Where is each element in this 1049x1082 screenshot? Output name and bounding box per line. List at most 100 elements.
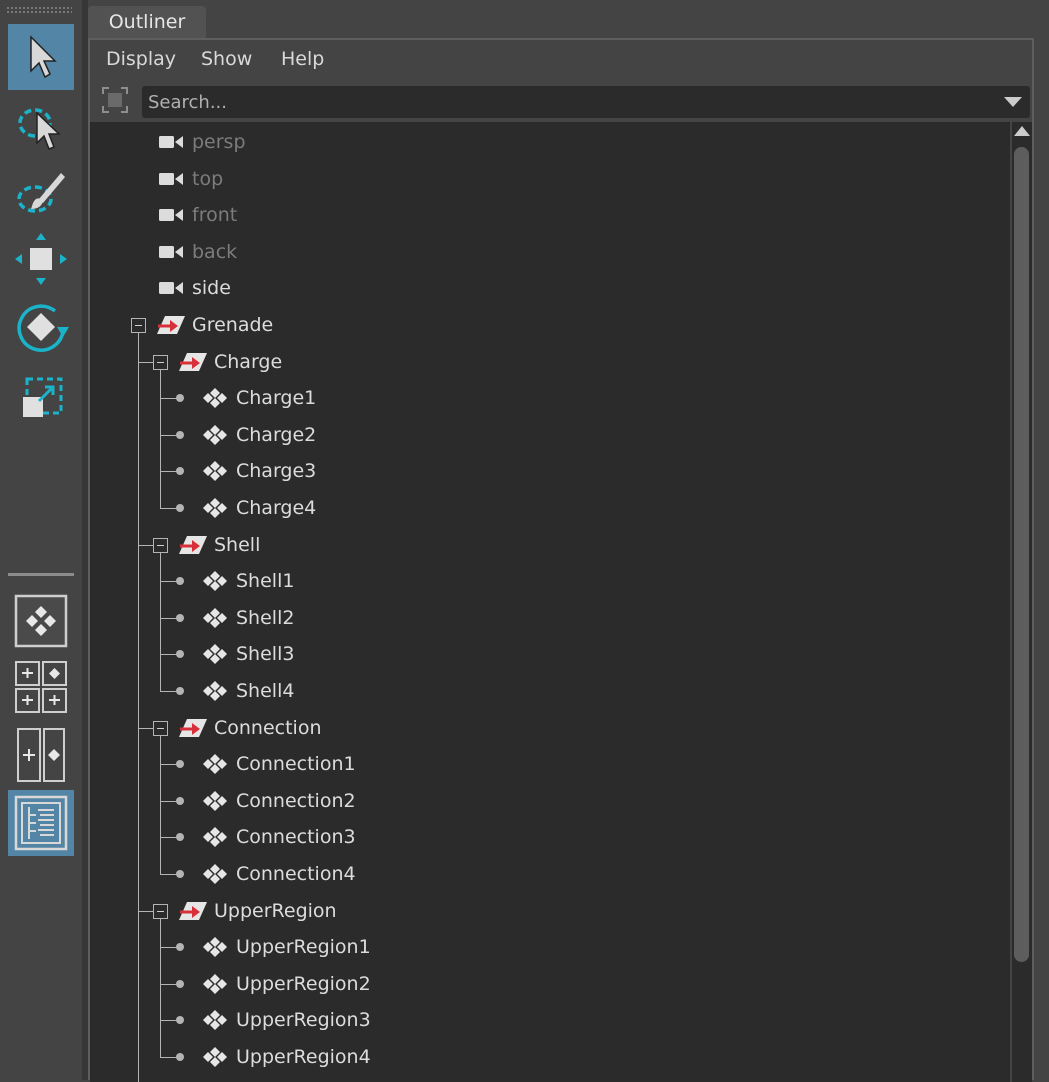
- outliner-item-camera[interactable]: side: [90, 270, 1010, 306]
- camera-icon: [158, 242, 184, 266]
- outliner-item-mesh[interactable]: Connection4: [90, 856, 1010, 892]
- outliner-list-icon: [14, 795, 68, 851]
- outliner-item-mesh[interactable]: Shell4: [90, 673, 1010, 709]
- outliner-item-mesh[interactable]: UpperRegion2: [90, 966, 1010, 1002]
- scroll-up-arrow-icon[interactable]: [1014, 126, 1030, 136]
- mesh-node-icon: [200, 570, 230, 596]
- leaf-node-dot: [176, 833, 184, 842]
- outliner-item-mesh[interactable]: Shell1: [90, 563, 1010, 599]
- transform-group-icon: [178, 534, 208, 560]
- outliner-item-label: UpperRegion1: [236, 936, 371, 959]
- outliner-item-label: top: [192, 167, 224, 190]
- mesh-node-icon: [200, 460, 230, 486]
- outliner-item-label: front: [192, 204, 238, 227]
- single-view-layout-button[interactable]: [8, 588, 74, 654]
- outliner-item-label: Charge: [214, 350, 283, 373]
- select-arrow-icon: [30, 35, 57, 79]
- outliner-item-label: Connection3: [236, 826, 356, 849]
- menu-help[interactable]: Help: [281, 44, 324, 74]
- mesh-node-icon: [200, 753, 230, 779]
- outliner-item-mesh[interactable]: Shell3: [90, 636, 1010, 672]
- outliner-item-mesh[interactable]: Charge2: [90, 417, 1010, 453]
- leaf-node-dot: [176, 870, 184, 878]
- outliner-item-label: persp: [192, 131, 246, 153]
- outliner-panel: Display Show Help persp top front back side G…: [88, 38, 1034, 1082]
- outliner-item-camera[interactable]: top: [90, 161, 1010, 197]
- outliner-item-mesh[interactable]: Charge3: [90, 453, 1010, 489]
- outliner-item-label: Charge2: [236, 423, 317, 446]
- scale-tool-button[interactable]: [8, 362, 74, 428]
- leaf-node-dot: [176, 760, 184, 769]
- outliner-item-mesh[interactable]: Charge4: [90, 490, 1010, 526]
- outliner-item-mesh[interactable]: Connection2: [90, 783, 1010, 819]
- leaf-node-dot: [176, 430, 184, 439]
- search-field[interactable]: [142, 86, 1030, 118]
- tab-outliner[interactable]: Outliner: [88, 6, 206, 38]
- select-tool-button[interactable]: [8, 24, 74, 90]
- leaf-node-dot: [176, 1016, 184, 1025]
- scale-icon: [23, 377, 63, 417]
- collapse-toggle-icon[interactable]: [131, 318, 146, 333]
- outliner-item-group[interactable]: Connection: [90, 710, 1010, 746]
- outliner-item-label: back: [192, 240, 238, 263]
- camera-icon: [158, 278, 184, 302]
- outliner-item-label: Shell: [214, 533, 261, 556]
- outliner-item-group[interactable]: Charge: [90, 344, 1010, 380]
- rotate-icon: [17, 304, 69, 352]
- outliner-item-group[interactable]: Shell: [90, 527, 1010, 563]
- toolbox-grip[interactable]: [6, 6, 72, 14]
- mesh-node-icon: [200, 607, 230, 633]
- outliner-item-label: Connection1: [236, 753, 356, 776]
- transform-group-icon: [178, 351, 208, 377]
- vertical-scrollbar[interactable]: [1012, 122, 1032, 1082]
- leaf-node-dot: [176, 467, 184, 476]
- mesh-node-icon: [200, 863, 230, 889]
- outliner-item-mesh[interactable]: UpperRegion1: [90, 929, 1010, 965]
- paint-select-tool-button[interactable]: [8, 160, 74, 226]
- outliner-tree: persp top front back side Grenade Charge Charge…: [90, 122, 1010, 1082]
- mesh-node-icon: [200, 680, 230, 706]
- move-arrows-icon: [15, 233, 67, 285]
- leaf-node-dot: [176, 394, 184, 403]
- outliner-item-camera[interactable]: persp: [90, 124, 1010, 160]
- outliner-item-mesh[interactable]: UpperRegion3: [90, 1002, 1010, 1038]
- lasso-tool-button[interactable]: [8, 94, 74, 160]
- outliner-item-mesh[interactable]: Connection1: [90, 746, 1010, 782]
- outliner-item-mesh[interactable]: Charge1: [90, 380, 1010, 416]
- collapse-toggle-icon[interactable]: [153, 537, 168, 553]
- outliner-item-label: Charge3: [236, 460, 317, 483]
- camera-icon: [158, 169, 184, 193]
- four-pane-icon: [15, 661, 67, 713]
- mesh-node-icon: [200, 387, 230, 413]
- four-view-layout-button[interactable]: [8, 654, 74, 720]
- scrollbar-thumb[interactable]: [1014, 147, 1029, 962]
- outliner-item-group[interactable]: Grenade: [90, 307, 1010, 343]
- outliner-item-label: Connection4: [236, 863, 356, 885]
- outliner-item-mesh[interactable]: UpperRegion4: [90, 1039, 1010, 1075]
- search-input[interactable]: [148, 86, 988, 118]
- search-dropdown-icon[interactable]: [1004, 97, 1022, 107]
- selection-filter-icon[interactable]: [100, 85, 130, 115]
- two-view-layout-button[interactable]: [8, 722, 74, 788]
- tree-connector-line: [138, 910, 154, 912]
- rotate-tool-button[interactable]: [8, 294, 74, 360]
- outliner-layout-button[interactable]: [8, 790, 74, 856]
- move-tool-button[interactable]: [8, 226, 74, 292]
- collapse-toggle-icon[interactable]: [153, 354, 168, 370]
- collapse-toggle-icon[interactable]: [153, 720, 168, 736]
- two-pane-icon: [17, 728, 65, 782]
- outliner-item-label: Grenade: [192, 314, 274, 336]
- outliner-item-label: Shell1: [236, 570, 295, 593]
- outliner-item-camera[interactable]: front: [90, 197, 1010, 233]
- menu-display[interactable]: Display: [106, 44, 176, 74]
- menu-show[interactable]: Show: [201, 44, 252, 74]
- outliner-item-group[interactable]: UpperRegion: [90, 893, 1010, 929]
- leaf-node-dot: [176, 1053, 184, 1061]
- panel-tab-bar: Outliner: [88, 0, 1049, 38]
- outliner-item-mesh[interactable]: Shell2: [90, 600, 1010, 636]
- transform-group-icon: [156, 314, 186, 340]
- outliner-item-camera[interactable]: back: [90, 234, 1010, 270]
- leaf-node-dot: [176, 943, 184, 952]
- collapse-toggle-icon[interactable]: [153, 903, 168, 919]
- outliner-item-mesh[interactable]: Connection3: [90, 819, 1010, 855]
